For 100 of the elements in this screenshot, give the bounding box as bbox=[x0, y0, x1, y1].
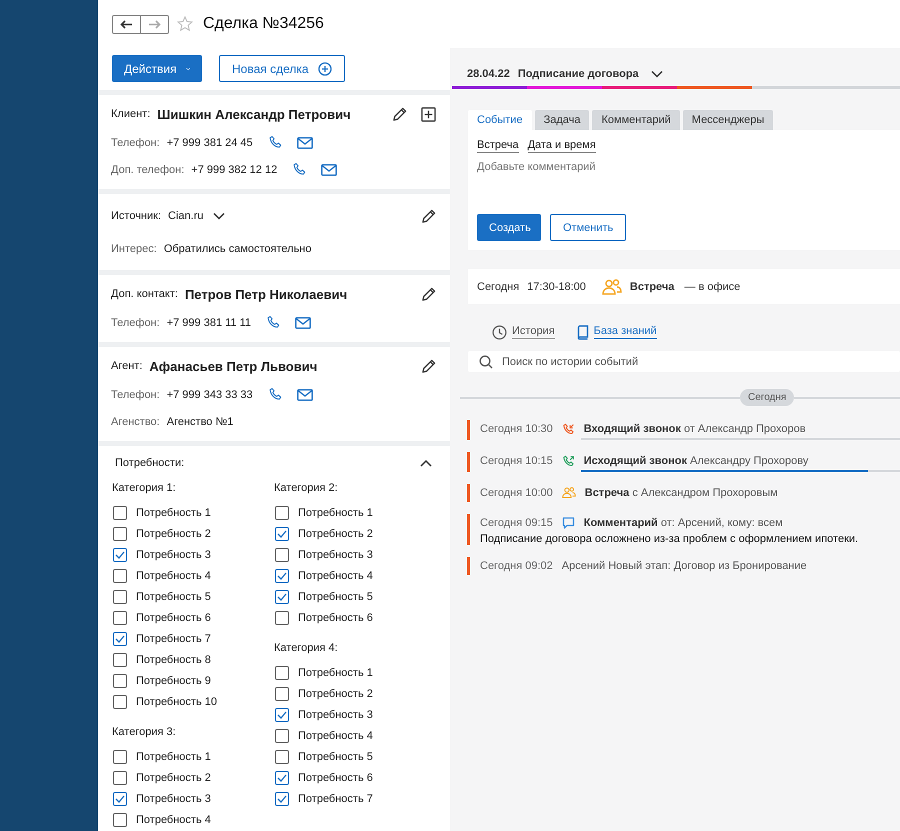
checkbox[interactable] bbox=[275, 568, 289, 582]
search-field[interactable]: Поиск по истории событий bbox=[468, 351, 900, 372]
new-deal-button[interactable]: Новая сделка bbox=[219, 55, 345, 82]
day-divider: Сегодня bbox=[740, 389, 794, 406]
checkbox[interactable] bbox=[113, 632, 127, 646]
add-icon[interactable] bbox=[421, 106, 436, 122]
pencil-icon[interactable] bbox=[421, 208, 436, 224]
checkbox[interactable] bbox=[275, 666, 289, 680]
event-text: Арсений Новый этап: Договор из Бронирование bbox=[562, 560, 807, 572]
need-label: Потребность 10 bbox=[136, 696, 217, 708]
event-time: 17:30-18:00 bbox=[527, 280, 586, 292]
checkbox[interactable] bbox=[275, 750, 289, 764]
checkbox[interactable] bbox=[113, 770, 127, 784]
source-value: Cian.ru bbox=[168, 210, 204, 222]
checkbox[interactable] bbox=[113, 568, 127, 582]
need-label: Потребность 9 bbox=[136, 674, 211, 686]
checkbox[interactable] bbox=[275, 526, 289, 540]
chevron-icon[interactable] bbox=[650, 70, 663, 78]
phone-number: +7 999 382 12 12 bbox=[191, 164, 278, 176]
event-tab[interactable]: Мессенджеры bbox=[682, 110, 774, 130]
agency-name: Агенство №1 bbox=[166, 416, 234, 428]
panel-link[interactable]: База знаний bbox=[594, 325, 657, 339]
checkbox[interactable] bbox=[113, 548, 127, 562]
need-label: Потребность 2 bbox=[136, 528, 211, 540]
contact-name: Петров Петр Николаевич bbox=[184, 286, 348, 302]
chevron-icon[interactable] bbox=[213, 212, 226, 220]
event-time: Сегодня 09:02 bbox=[480, 560, 553, 572]
mail-icon[interactable] bbox=[296, 388, 313, 400]
cancel-button[interactable]: Отменить bbox=[550, 214, 626, 241]
mail-icon[interactable] bbox=[295, 316, 312, 328]
clock-icon bbox=[492, 324, 507, 340]
phone-icon[interactable] bbox=[266, 315, 282, 330]
category-title: Категория 2: bbox=[274, 481, 339, 496]
phone-number: +7 999 381 11 11 bbox=[166, 316, 252, 328]
checkbox[interactable] bbox=[275, 686, 289, 700]
mail-icon[interactable] bbox=[296, 136, 313, 148]
comment-text: Подписание договора осложнено из-за проблем с оформлением ипотеки. bbox=[480, 533, 860, 545]
need-label: Потребность 2 bbox=[298, 528, 373, 540]
checkbox[interactable] bbox=[113, 506, 127, 520]
need-label: Потребность 5 bbox=[136, 590, 211, 602]
checkbox[interactable] bbox=[113, 652, 127, 666]
event-tab[interactable]: Комментарий bbox=[592, 110, 680, 130]
field-label: Доп. контакт: bbox=[111, 288, 178, 300]
phone-icon[interactable] bbox=[292, 162, 308, 177]
checkbox[interactable] bbox=[113, 674, 127, 688]
checkbox[interactable] bbox=[275, 548, 289, 562]
checkbox[interactable] bbox=[275, 590, 289, 604]
panel-link[interactable]: История bbox=[512, 325, 555, 339]
mail-icon[interactable] bbox=[321, 164, 338, 176]
pencil-icon[interactable] bbox=[421, 286, 436, 302]
deal-title: Сделка №34256 bbox=[203, 15, 324, 33]
checkbox[interactable] bbox=[275, 770, 289, 784]
checkbox[interactable] bbox=[113, 694, 127, 708]
needs-title: Потребности: bbox=[115, 456, 184, 468]
field-label: Телефон: bbox=[111, 388, 160, 400]
comment-field[interactable]: Добавьте комментарий bbox=[477, 161, 891, 214]
need-label: Потребность 1 bbox=[136, 506, 211, 518]
form-field[interactable]: Дата и время bbox=[528, 139, 596, 153]
phone-icon[interactable] bbox=[268, 135, 283, 150]
category-title: Категория 3: bbox=[112, 725, 177, 740]
event-text: Комментарий от: Арсений, кому: всем bbox=[584, 517, 783, 529]
checkbox[interactable] bbox=[113, 792, 127, 806]
pencil-icon[interactable] bbox=[392, 106, 407, 122]
event-day: Сегодня bbox=[477, 280, 520, 292]
back-arrow-icon[interactable] bbox=[120, 20, 133, 28]
chevron-icon[interactable] bbox=[420, 458, 432, 466]
checkbox[interactable] bbox=[113, 610, 127, 624]
form-field[interactable]: Встреча bbox=[477, 139, 519, 153]
checkbox[interactable] bbox=[113, 526, 127, 540]
event-text: Исходящий звонок Александру Прохорову bbox=[584, 455, 808, 467]
event-time: Сегодня 09:15 bbox=[480, 517, 553, 529]
phone-number: +7 999 381 24 45 bbox=[166, 136, 253, 148]
pencil-icon[interactable] bbox=[421, 358, 436, 374]
star-icon[interactable] bbox=[177, 16, 193, 32]
create-button[interactable]: Создать bbox=[477, 214, 541, 241]
need-label: Потребность 7 bbox=[136, 632, 211, 644]
checkbox[interactable] bbox=[275, 610, 289, 624]
checkbox[interactable] bbox=[275, 792, 289, 806]
category-title: Категория 1: bbox=[112, 481, 177, 496]
field-label: Телефон: bbox=[111, 136, 160, 148]
checkbox[interactable] bbox=[113, 590, 127, 604]
need-label: Потребность 3 bbox=[136, 792, 211, 804]
interest-value: Обратились самостоятельно bbox=[164, 243, 312, 255]
field-label: Телефон: bbox=[111, 316, 160, 328]
need-label: Потребность 1 bbox=[298, 506, 373, 518]
need-label: Потребность 6 bbox=[298, 612, 373, 624]
event-tab[interactable]: Задача bbox=[534, 110, 590, 130]
actions-button[interactable]: Действия bbox=[112, 55, 202, 82]
need-label: Потребность 7 bbox=[298, 792, 373, 804]
need-label: Потребность 4 bbox=[298, 730, 373, 742]
phone-icon[interactable] bbox=[268, 387, 283, 402]
checkbox[interactable] bbox=[275, 708, 289, 722]
outgoing-call-icon bbox=[562, 454, 575, 468]
checkbox[interactable] bbox=[275, 728, 289, 742]
checkbox[interactable] bbox=[275, 506, 289, 520]
event-tab[interactable]: Событие bbox=[468, 110, 532, 130]
checkbox[interactable] bbox=[113, 812, 127, 826]
plus-circle-icon bbox=[318, 62, 332, 76]
event-time: Сегодня 10:00 bbox=[480, 487, 553, 499]
checkbox[interactable] bbox=[113, 750, 127, 764]
